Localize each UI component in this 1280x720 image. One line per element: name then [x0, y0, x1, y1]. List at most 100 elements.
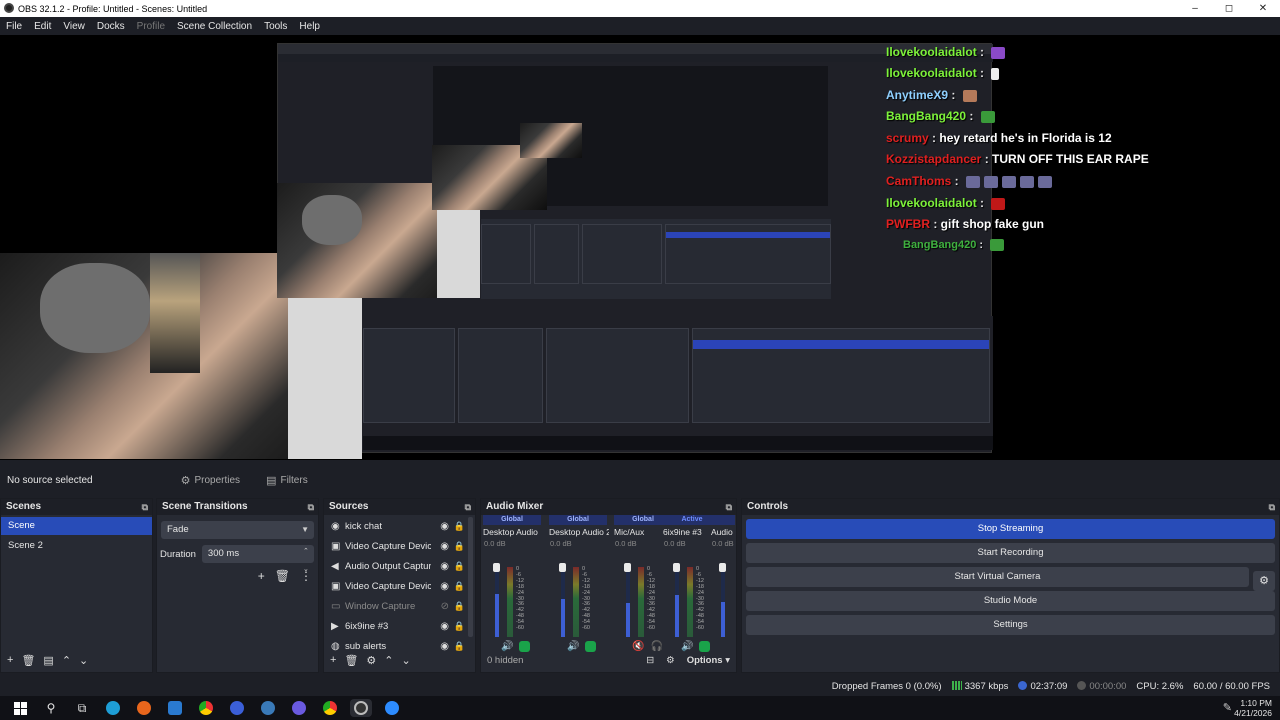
discord-icon[interactable]	[288, 699, 310, 717]
duration-spinbox[interactable]: 300 ms ⌃ ⌄	[201, 545, 314, 573]
fader-knob[interactable]	[673, 563, 680, 572]
scene-item[interactable]: Scene	[1, 517, 152, 535]
steam-icon[interactable]	[257, 699, 279, 717]
dock-float-icon[interactable]: ⧉	[465, 499, 471, 515]
fader-knob[interactable]	[719, 563, 726, 572]
pen-icon[interactable]: ✎	[1223, 701, 1232, 714]
channel-name[interactable]: Audio	[709, 527, 737, 537]
dock-float-icon[interactable]: ⧉	[308, 499, 314, 515]
chrome-icon[interactable]	[319, 699, 341, 717]
source-item[interactable]: ◀ Audio Output Capture ◉ 🔒	[324, 556, 475, 576]
menu-view[interactable]: View	[57, 21, 91, 32]
source-item[interactable]: ◉ kick chat ◉ 🔒	[324, 516, 475, 536]
menu-profile[interactable]: Profile	[131, 21, 171, 32]
eye-icon[interactable]: ◉	[440, 581, 449, 592]
lock-icon[interactable]: 🔒	[454, 561, 465, 572]
menu-help[interactable]: Help	[293, 21, 326, 32]
close-button[interactable]: ✕	[1246, 0, 1280, 17]
eye-icon[interactable]: ◉	[440, 541, 449, 552]
scene-filters-icon[interactable]: ▤	[43, 654, 53, 667]
start-recording-button[interactable]: Start Recording	[746, 543, 1275, 563]
remove-transition-icon[interactable]: 🗑	[275, 569, 290, 583]
store-icon[interactable]	[164, 699, 186, 717]
transition-select[interactable]: Fade ▼	[161, 521, 314, 539]
task-view-icon[interactable]: ⧉	[71, 699, 93, 717]
channel-name[interactable]: Desktop Audio 2	[547, 527, 609, 537]
start-virtual-camera-button[interactable]: Start Virtual Camera	[746, 567, 1249, 587]
properties-button[interactable]: ⚙ Properties	[175, 472, 246, 489]
mute-icon[interactable]: 🔊	[681, 641, 693, 652]
filters-button[interactable]: ▤ Filters	[260, 472, 314, 489]
eye-icon[interactable]: ◉	[440, 521, 449, 532]
menu-docks[interactable]: Docks	[91, 21, 131, 32]
stop-streaming-button[interactable]: Stop Streaming	[746, 519, 1275, 539]
add-scene-icon[interactable]: +	[7, 654, 13, 666]
mixer-settings-icon[interactable]: ⚙	[666, 655, 675, 666]
volume-fader[interactable]	[721, 567, 725, 637]
maximize-button[interactable]: ◻	[1212, 0, 1246, 17]
settings-button[interactable]: Settings	[746, 615, 1275, 635]
source-item[interactable]: ▭ Window Capture ⊘ 🔒	[324, 596, 475, 616]
app-icon[interactable]	[226, 699, 248, 717]
clock[interactable]: 1:10 PM 4/21/2026	[1234, 698, 1272, 718]
menu-scene-collection[interactable]: Scene Collection	[171, 21, 258, 32]
sources-scrollbar[interactable]	[468, 517, 473, 637]
volume-fader[interactable]	[495, 567, 499, 637]
menu-edit[interactable]: Edit	[28, 21, 57, 32]
layout-toggle-icon[interactable]: ⊟	[646, 655, 654, 666]
remove-scene-icon[interactable]: 🗑	[21, 654, 35, 667]
volume-fader[interactable]	[626, 567, 630, 637]
monitor-icon[interactable]	[519, 641, 531, 652]
mute-icon[interactable]: 🔊	[567, 641, 579, 652]
menu-file[interactable]: File	[0, 21, 28, 32]
volume-fader[interactable]	[561, 567, 565, 637]
obs-icon[interactable]	[350, 699, 372, 717]
edge-icon[interactable]	[102, 699, 124, 717]
fader-knob[interactable]	[559, 563, 566, 572]
mixer-options-button[interactable]: Options ▾	[687, 655, 730, 666]
studio-mode-button[interactable]: Studio Mode	[746, 591, 1275, 611]
fader-knob[interactable]	[624, 563, 631, 572]
eye-icon[interactable]: ◉	[440, 561, 449, 572]
move-down-icon[interactable]: ⌄	[402, 654, 411, 667]
lock-icon[interactable]: 🔒	[454, 601, 465, 612]
lock-icon[interactable]: 🔒	[454, 581, 465, 592]
remove-source-icon[interactable]: 🗑	[344, 654, 358, 667]
firefox-icon[interactable]	[133, 699, 155, 717]
add-transition-icon[interactable]: +	[258, 569, 265, 583]
windows-start-icon[interactable]	[9, 699, 31, 717]
lock-icon[interactable]: 🔒	[454, 621, 465, 632]
lock-icon[interactable]: 🔒	[454, 641, 465, 652]
channel-name[interactable]: Desktop Audio	[481, 527, 543, 537]
dock-float-icon[interactable]: ⧉	[142, 499, 148, 515]
mute-icon[interactable]: 🔇	[632, 641, 644, 652]
lock-icon[interactable]: 🔒	[454, 541, 465, 552]
transition-menu-icon[interactable]: ⋮	[300, 569, 312, 583]
eye-icon[interactable]: ◉	[440, 621, 449, 632]
zoom-icon[interactable]	[381, 699, 403, 717]
add-source-icon[interactable]: +	[330, 654, 336, 666]
volume-fader[interactable]	[675, 567, 679, 637]
eye-hidden-icon[interactable]: ⊘	[441, 601, 449, 612]
menu-tools[interactable]: Tools	[258, 21, 293, 32]
dock-float-icon[interactable]: ⧉	[1269, 499, 1275, 515]
move-up-icon[interactable]: ⌃	[384, 654, 393, 667]
lock-icon[interactable]: 🔒	[454, 521, 465, 532]
source-item[interactable]: ▣ Video Capture Device ◉ 🔒	[324, 576, 475, 596]
move-up-icon[interactable]: ⌃	[62, 654, 71, 667]
monitor-icon[interactable]	[585, 641, 597, 652]
minimize-button[interactable]: –	[1178, 0, 1212, 17]
scene-item[interactable]: Scene 2	[1, 537, 152, 555]
dock-float-icon[interactable]: ⧉	[726, 499, 732, 515]
search-icon[interactable]: ⚲	[40, 699, 62, 717]
move-down-icon[interactable]: ⌄	[79, 654, 88, 667]
source-item[interactable]: ▣ Video Capture Device ◉ 🔒	[324, 536, 475, 556]
program-preview[interactable]: Ilovekoolaidalot : Ilovekoolaidalot : An…	[0, 35, 1280, 460]
virtual-camera-settings-icon[interactable]: ⚙	[1253, 571, 1275, 591]
mute-icon[interactable]: 🔊	[501, 641, 513, 652]
fader-knob[interactable]	[493, 563, 500, 572]
eye-icon[interactable]: ◉	[440, 641, 449, 652]
source-item[interactable]: ▶ 6ix9ine #3 ◉ 🔒	[324, 616, 475, 636]
source-properties-icon[interactable]: ⚙	[366, 654, 376, 667]
chrome-icon[interactable]	[195, 699, 217, 717]
